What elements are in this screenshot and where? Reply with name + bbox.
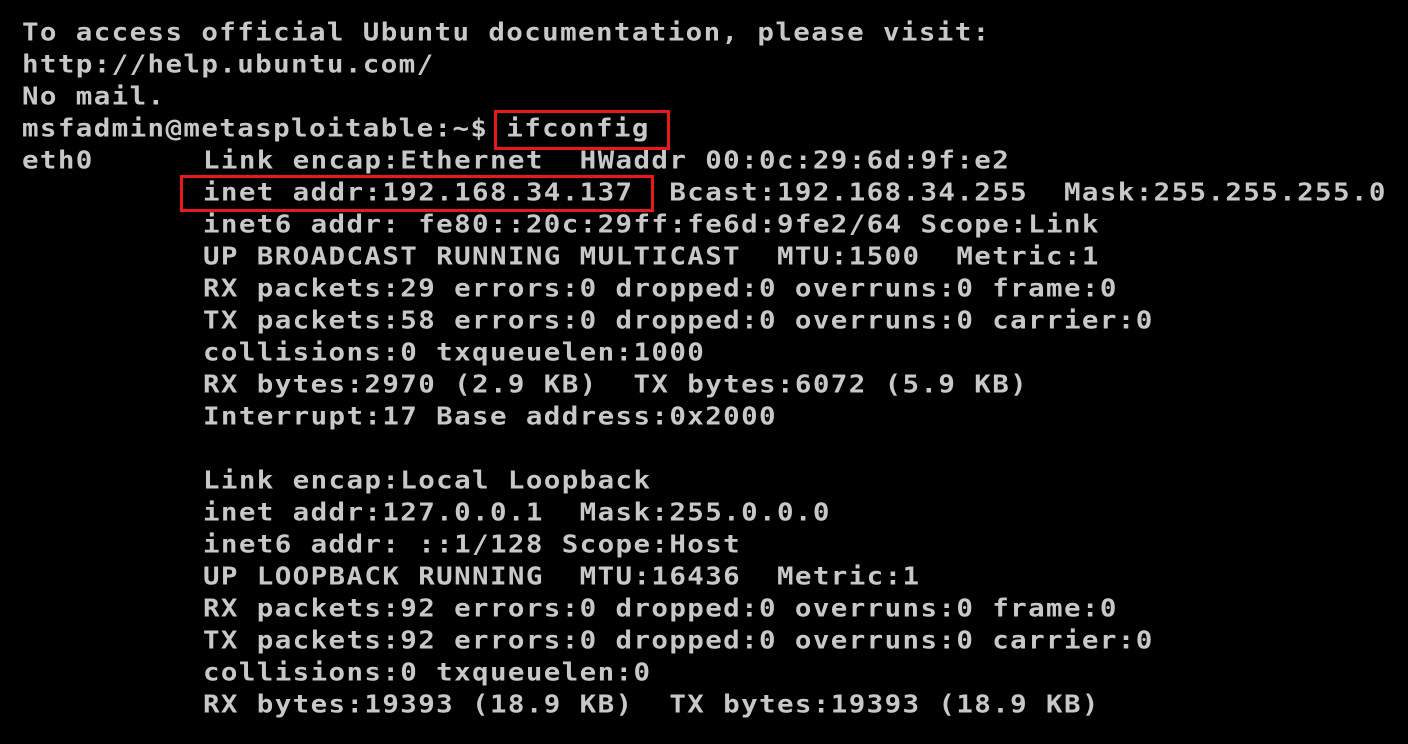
- header-line-2: http://help.ubuntu.com/: [22, 50, 435, 79]
- lo-line-8: RX bytes:19393 (18.9 KB) TX bytes:19393 …: [203, 690, 1100, 719]
- eth0-line-2: inet addr:192.168.34.137 Bcast:192.168.3…: [203, 178, 1387, 207]
- command-text: ifconfig: [506, 114, 650, 143]
- lo-line-6: TX packets:92 errors:0 dropped:0 overrun…: [203, 626, 1154, 655]
- eth0-line-9: Interrupt:17 Base address:0x2000: [203, 402, 777, 431]
- header-line-3: No mail.: [22, 82, 166, 111]
- eth0-line-8: RX bytes:2970 (2.9 KB) TX bytes:6072 (5.…: [203, 370, 1029, 399]
- eth0-line-5: RX packets:29 errors:0 dropped:0 overrun…: [203, 274, 1118, 303]
- lo-line-1: Link encap:Local Loopback: [203, 466, 652, 495]
- eth0-line-3: inet6 addr: fe80::20c:29ff:fe6d:9fe2/64 …: [203, 210, 1100, 239]
- eth0-line-6: TX packets:58 errors:0 dropped:0 overrun…: [203, 306, 1154, 335]
- terminal-screen[interactable]: To access official Ubuntu documentation,…: [0, 0, 1408, 744]
- lo-line-3: inet6 addr: ::1/128 Scope:Host: [203, 530, 742, 559]
- lo-line-5: RX packets:92 errors:0 dropped:0 overrun…: [203, 594, 1118, 623]
- eth0-line-1: Link encap:Ethernet HWaddr 00:0c:29:6d:9…: [203, 146, 1011, 175]
- interface-name-eth0: eth0: [22, 146, 94, 175]
- eth0-line-4: UP BROADCAST RUNNING MULTICAST MTU:1500 …: [203, 242, 1100, 271]
- prompt-line: msfadmin@metasploitable:~$ ifconfig: [22, 114, 650, 143]
- lo-line-7: collisions:0 txqueuelen:0: [203, 658, 652, 687]
- eth0-line-7: collisions:0 txqueuelen:1000: [203, 338, 706, 367]
- lo-line-2: inet addr:127.0.0.1 Mask:255.0.0.0: [203, 498, 831, 527]
- header-line-1: To access official Ubuntu documentation,…: [22, 18, 991, 47]
- lo-line-4: UP LOOPBACK RUNNING MTU:16436 Metric:1: [203, 562, 921, 591]
- shell-prompt: msfadmin@metasploitable:~$: [22, 114, 489, 143]
